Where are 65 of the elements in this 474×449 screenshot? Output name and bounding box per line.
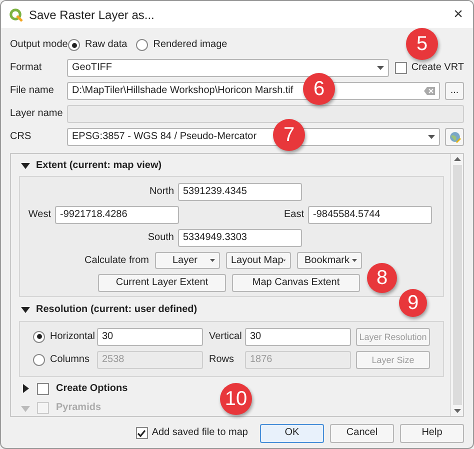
checkbox-label: Create VRT bbox=[411, 62, 464, 74]
field-label: Layer name bbox=[10, 108, 64, 120]
radio-button[interactable] bbox=[68, 39, 80, 51]
browse-button[interactable]: ... bbox=[445, 82, 464, 100]
checkbox[interactable] bbox=[395, 62, 408, 74]
section-title: Extent (current: map view) bbox=[36, 160, 162, 172]
section-title: Resolution (current: user defined) bbox=[36, 304, 198, 316]
button[interactable]: Current Layer Extent bbox=[98, 274, 226, 292]
collapse-arrow-icon[interactable] bbox=[21, 161, 30, 170]
field-label: Vertical bbox=[209, 330, 243, 343]
caret-icon bbox=[377, 66, 384, 70]
dialog-button[interactable]: Help bbox=[400, 424, 464, 442]
globe-button[interactable] bbox=[445, 128, 464, 146]
field-label: West bbox=[28, 208, 52, 221]
section-title: Create Options bbox=[56, 382, 128, 395]
clear-icon[interactable] bbox=[424, 87, 436, 95]
checkbox[interactable] bbox=[136, 427, 148, 439]
checkbox[interactable] bbox=[37, 382, 49, 395]
checkbox-label: Add saved file to map bbox=[152, 427, 248, 439]
collapse-arrow-icon[interactable] bbox=[21, 305, 30, 314]
caret-icon bbox=[210, 259, 215, 262]
scrollbar[interactable] bbox=[450, 154, 463, 416]
field-label: Rows bbox=[209, 354, 236, 366]
caret-icon bbox=[283, 259, 286, 262]
input-field[interactable]: 30 bbox=[245, 328, 351, 346]
input-field[interactable]: -9845584.5744 bbox=[308, 206, 432, 224]
number-badge: 5 bbox=[406, 28, 438, 60]
field-label: Format bbox=[10, 62, 43, 74]
field-label: North bbox=[148, 186, 175, 198]
dropdown-button[interactable]: Layout Map bbox=[226, 252, 291, 270]
number-badge: 7 bbox=[273, 119, 305, 151]
field-label: CRS bbox=[10, 131, 32, 143]
scrollbar-thumb[interactable] bbox=[452, 165, 462, 405]
scroll-up-icon[interactable] bbox=[454, 157, 460, 161]
radio-label: Raw data bbox=[85, 39, 128, 51]
input-field[interactable]: 5334949.3303 bbox=[178, 228, 302, 247]
button[interactable]: Map Canvas Extent bbox=[232, 274, 360, 292]
dropdown-button[interactable]: Layer bbox=[155, 252, 220, 270]
section-title: Pyramids bbox=[56, 402, 102, 414]
number-badge: 6 bbox=[303, 73, 335, 105]
radio-button[interactable] bbox=[136, 39, 148, 51]
radio-label: Horizontal bbox=[50, 330, 96, 343]
close-button[interactable]: × bbox=[454, 6, 465, 22]
scroll-down-icon[interactable] bbox=[454, 409, 460, 413]
radio-button[interactable] bbox=[33, 354, 45, 366]
field-label: South bbox=[146, 232, 175, 244]
format-dropdown[interactable]: GeoTIFF bbox=[67, 59, 390, 77]
dialog-button[interactable]: OK bbox=[260, 424, 324, 442]
input-field[interactable]: -9921718.4286 bbox=[55, 206, 179, 224]
input-field[interactable]: 5391239.4345 bbox=[178, 182, 302, 201]
field-label: Calculate from bbox=[84, 254, 149, 267]
input-field[interactable]: 30 bbox=[97, 328, 203, 346]
caret-icon bbox=[428, 135, 436, 139]
dialog-button[interactable]: Cancel bbox=[330, 424, 394, 442]
radio-button[interactable] bbox=[33, 330, 45, 343]
logo-icon bbox=[9, 8, 23, 22]
radio-label: Columns bbox=[50, 354, 90, 366]
field-label: File name bbox=[10, 85, 55, 97]
expand-arrow-icon[interactable] bbox=[21, 384, 30, 394]
field-label: Output mode bbox=[10, 39, 68, 51]
field-label: East bbox=[282, 208, 305, 221]
dropdown-button[interactable]: Bookmark bbox=[297, 252, 362, 270]
radio-label: Rendered image bbox=[153, 39, 228, 51]
window-title: Save Raster Layer as... bbox=[29, 8, 156, 20]
caret-icon bbox=[352, 259, 357, 262]
